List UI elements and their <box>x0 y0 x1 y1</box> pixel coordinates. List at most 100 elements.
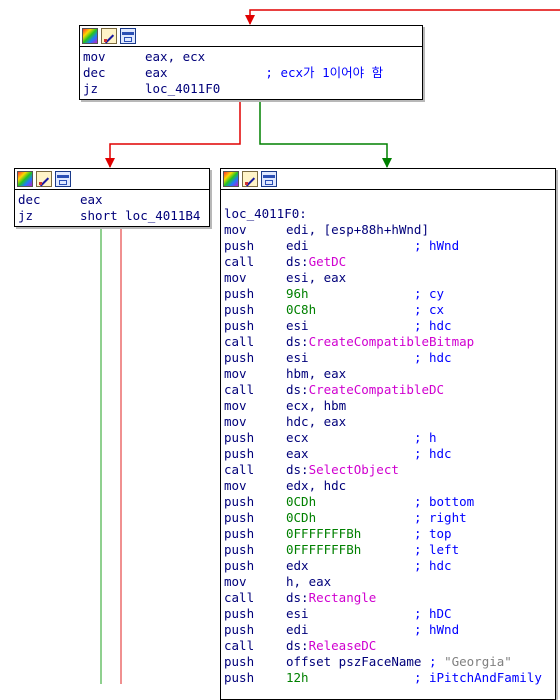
instruction-operand[interactable]: esi, eax <box>286 270 346 285</box>
code-line[interactable]: mov eax, ecx <box>83 49 418 65</box>
code-comment: ; hWnd <box>413 622 460 637</box>
instruction-mnemonic: push <box>224 350 255 365</box>
code-line[interactable]: call ds:SelectObject <box>224 462 551 478</box>
palette-icon[interactable] <box>82 28 98 44</box>
instruction-mnemonic: mov <box>224 398 247 413</box>
code-line[interactable]: jz short loc_4011B4 <box>18 208 205 224</box>
operand-padding <box>309 622 414 637</box>
code-line[interactable]: push 0C8h ; cx <box>224 302 551 318</box>
block-code: dec eax jz short loc_4011B4 <box>15 190 209 226</box>
code-line[interactable]: mov hbm, eax <box>224 366 551 382</box>
instruction-mnemonic: call <box>224 590 255 605</box>
code-line[interactable]: push edi ; hWnd <box>224 622 551 638</box>
code-line[interactable]: push 0CDh ; right <box>224 510 551 526</box>
code-line[interactable]: mov edx, hdc <box>224 478 551 494</box>
instruction-operand[interactable]: ds: <box>286 382 309 397</box>
code-line[interactable]: push 0FFFFFFFBh ; left <box>224 542 551 558</box>
basic-block-loc-4011F0[interactable]: loc_4011F0: mov edi, [esp+88h+hWnd] push edi… <box>220 168 556 700</box>
instruction-mnemonic: mov <box>224 366 247 381</box>
instruction-operand[interactable]: eax <box>286 446 309 461</box>
code-line[interactable]: push ecx ; h <box>224 430 551 446</box>
instruction-operand[interactable]: eax <box>80 192 103 207</box>
api-reference[interactable]: CreateCompatibleDC <box>309 382 444 397</box>
code-line[interactable]: dec eax ; ecx가 1이어야 함 <box>83 65 418 81</box>
code-line[interactable]: jz loc_4011F0 <box>83 81 418 97</box>
code-label[interactable]: loc_4011F0: <box>224 206 307 221</box>
instruction-operand[interactable]: loc_4011F0 <box>145 81 220 96</box>
code-line[interactable]: push 0FFFFFFFBh ; top <box>224 526 551 542</box>
code-line[interactable]: push esi ; hdc <box>224 350 551 366</box>
immediate-operand: 96h <box>286 286 309 301</box>
immediate-operand: 0FFFFFFFBh <box>286 542 362 557</box>
code-line[interactable]: push 96h ; cy <box>224 286 551 302</box>
instruction-operand[interactable]: eax <box>145 65 168 80</box>
instruction-operand[interactable]: eax, ecx <box>145 49 205 64</box>
basic-block-left[interactable]: dec eax jz short loc_4011B4 <box>14 168 210 227</box>
code-line[interactable]: push esi ; hDC <box>224 606 551 622</box>
operand-padding <box>309 286 414 301</box>
code-comment: ; hdc <box>413 558 452 573</box>
code-line[interactable]: mov hdc, eax <box>224 414 551 430</box>
graph-icon[interactable] <box>55 171 71 187</box>
instruction-mnemonic: push <box>224 286 255 301</box>
api-reference[interactable]: SelectObject <box>309 462 399 477</box>
code-line[interactable]: push eax ; hdc <box>224 446 551 462</box>
instruction-mnemonic: push <box>224 606 255 621</box>
instruction-operand[interactable]: ds: <box>286 254 309 269</box>
code-line[interactable]: push edi ; hWnd <box>224 238 551 254</box>
operand-padding <box>316 494 414 509</box>
code-line[interactable]: push esi ; hdc <box>224 318 551 334</box>
api-reference[interactable]: ReleaseDC <box>309 638 377 653</box>
operand-padding <box>309 350 414 365</box>
instruction-operand[interactable]: hdc, eax <box>286 414 346 429</box>
code-line[interactable]: mov esi, eax <box>224 270 551 286</box>
instruction-operand[interactable]: ds: <box>286 462 309 477</box>
edit-icon[interactable] <box>36 171 52 187</box>
graph-icon[interactable] <box>120 28 136 44</box>
instruction-operand[interactable]: esi <box>286 606 309 621</box>
code-line[interactable]: call ds:GetDC <box>224 254 551 270</box>
instruction-operand[interactable]: edx, hdc <box>286 478 346 493</box>
edit-icon[interactable] <box>242 171 258 187</box>
api-reference[interactable]: Rectangle <box>309 590 377 605</box>
instruction-operand[interactable]: ds: <box>286 590 309 605</box>
instruction-mnemonic: push <box>224 526 255 541</box>
code-line[interactable]: push 0CDh ; bottom <box>224 494 551 510</box>
palette-icon[interactable] <box>223 171 239 187</box>
api-reference[interactable]: CreateCompatibleBitmap <box>309 334 475 349</box>
code-line[interactable]: mov h, eax <box>224 574 551 590</box>
graph-icon[interactable] <box>261 171 277 187</box>
instruction-operand[interactable]: ds: <box>286 638 309 653</box>
instruction-operand[interactable]: esi <box>286 318 309 333</box>
api-reference[interactable]: GetDC <box>309 254 347 269</box>
instruction-operand[interactable]: h, eax <box>286 574 331 589</box>
instruction-mnemonic: dec <box>83 65 106 80</box>
instruction-operand[interactable]: ds: <box>286 334 309 349</box>
instruction-operand[interactable]: hbm, eax <box>286 366 346 381</box>
code-line[interactable]: dec eax <box>18 192 205 208</box>
instruction-operand[interactable]: edx <box>286 558 309 573</box>
instruction-operand[interactable]: edi <box>286 622 309 637</box>
code-line[interactable]: mov edi, [esp+88h+hWnd] <box>224 222 551 238</box>
code-line[interactable]: call ds:CreateCompatibleDC <box>224 382 551 398</box>
instruction-operand[interactable]: ecx, hbm <box>286 398 346 413</box>
code-comment: ; hWnd <box>413 238 460 253</box>
code-line[interactable]: call ds:Rectangle <box>224 590 551 606</box>
instruction-operand[interactable]: edi, [esp+88h+hWnd] <box>286 222 429 237</box>
instruction-operand[interactable]: ecx <box>286 430 309 445</box>
code-line[interactable]: mov ecx, hbm <box>224 398 551 414</box>
immediate-operand: 0FFFFFFFBh <box>286 526 362 541</box>
basic-block-top[interactable]: mov eax, ecx dec eax ; ecx가 1이어야 함 jz loc_401… <box>79 25 423 100</box>
code-line[interactable]: push offset pszFaceName ; "Georgia" <box>224 654 551 670</box>
code-line[interactable]: call ds:CreateCompatibleBitmap <box>224 334 551 350</box>
instruction-operand[interactable]: esi <box>286 350 309 365</box>
instruction-operand[interactable]: edi <box>286 238 309 253</box>
instruction-operand[interactable]: offset pszFaceName <box>286 654 421 669</box>
instruction-operand[interactable]: short loc_4011B4 <box>80 208 200 223</box>
code-line[interactable]: push edx ; hdc <box>224 558 551 574</box>
operand-padding <box>309 670 414 685</box>
code-line[interactable]: call ds:ReleaseDC <box>224 638 551 654</box>
edit-icon[interactable] <box>101 28 117 44</box>
operand-padding <box>309 558 414 573</box>
palette-icon[interactable] <box>17 171 33 187</box>
